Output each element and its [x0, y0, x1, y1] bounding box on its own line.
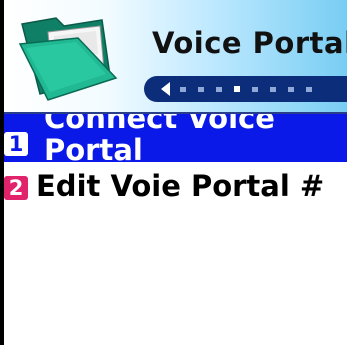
- page-dot: [216, 87, 222, 92]
- menu-item-connect-voice-portal[interactable]: 1 Connect Voice Portal: [4, 114, 347, 162]
- menu-item-label: Connect Voice Portal: [44, 114, 275, 162]
- page-dot: [270, 87, 276, 92]
- phone-screen: Voice Portal 1 Connect Voice Portal 2 Ed…: [0, 0, 347, 345]
- page-dot: [288, 87, 294, 92]
- menu-item-number-badge: 1: [4, 132, 28, 156]
- page-dot: [198, 87, 204, 92]
- page-indicator-dots: [180, 86, 347, 92]
- page-dot: [306, 87, 312, 92]
- page-dot: [252, 87, 258, 92]
- menu-item-number-badge: 2: [4, 176, 28, 200]
- menu-item-label: Edit Voie Portal #: [36, 169, 325, 203]
- header: Voice Portal: [4, 0, 347, 112]
- page-dot-active: [234, 86, 240, 92]
- menu-item-edit-voice-portal[interactable]: 2 Edit Voie Portal #: [4, 166, 347, 210]
- page-title: Voice Portal: [152, 26, 347, 60]
- page-dot: [180, 87, 186, 92]
- scroll-left-arrow-icon[interactable]: [161, 82, 170, 96]
- page-scroller[interactable]: [144, 76, 347, 102]
- folder-icon: [18, 17, 118, 101]
